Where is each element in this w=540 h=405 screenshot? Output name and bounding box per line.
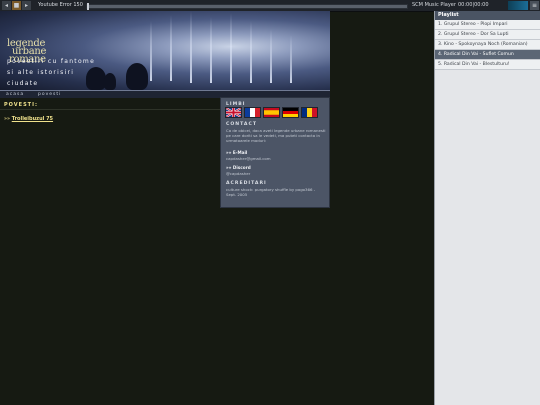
stop-button[interactable]: ■ [12, 1, 21, 10]
current-track-title: Youtube Error 150 [38, 2, 83, 8]
playlist-title: Playlist [435, 11, 540, 20]
section-title: POVESTI: [4, 102, 38, 108]
seek-knob[interactable] [87, 3, 89, 10]
tagline-line1: povestiri cu fantome [7, 58, 96, 65]
playlist-item[interactable]: 1. Grupul Stereo - Plopi Impari [435, 20, 540, 30]
previous-track-button[interactable]: ◂ [2, 1, 11, 10]
menu-icon: ≡ [531, 2, 538, 9]
playlist-item-active[interactable]: 4. Radical Din Vai - Suflet Comun [435, 50, 540, 60]
next-track-button[interactable]: ▸ [22, 1, 31, 10]
bullet-icon: »» [4, 116, 11, 122]
contact-title: CONTACT [226, 122, 257, 127]
discord-handle[interactable]: @capdasher [226, 171, 326, 176]
germany-flag-icon[interactable] [282, 107, 299, 118]
site-header-banner: legende urbane romane povestiri cu fanto… [0, 11, 330, 90]
story-link[interactable]: Trolleibuzul 75 [12, 116, 53, 122]
seek-bar[interactable] [86, 3, 408, 10]
france-flag-icon[interactable] [244, 107, 261, 118]
uk-flag-icon[interactable] [225, 107, 242, 118]
section-divider [0, 109, 220, 110]
playlist-item[interactable]: 5. Radical Din Vai - Blestulturu! [435, 60, 540, 70]
story-item: »» Trolleibuzul 75 [4, 116, 53, 122]
previous-icon: ◂ [4, 2, 8, 9]
credits-text: culture shock: purgatory shuffle by pogo… [226, 187, 316, 197]
tagline-line2: si alte istorisiri [7, 69, 75, 76]
volume-slider[interactable] [508, 1, 528, 10]
nav-link-home[interactable]: acasa [6, 91, 24, 98]
credits-title: ACREDITARI [226, 181, 267, 186]
email-label: »» E-Mail [226, 150, 248, 155]
playlist-panel: Playlist 1. Grupul Stereo - Plopi Impari… [434, 11, 540, 405]
email-link[interactable]: capdasher@gmail.com [226, 156, 326, 161]
next-icon: ▸ [24, 2, 28, 9]
contact-text: Ca de obicei, daca aveti legende urbane … [226, 128, 326, 143]
time-display: 00:00|00:00 [458, 2, 489, 8]
romania-flag-icon[interactable] [301, 107, 318, 118]
nav-link-stories[interactable]: povesti [38, 91, 61, 98]
tagline-line3: ciudate [7, 80, 39, 87]
playlist-item[interactable]: 2. Grupul Stereo - Dor Sa Lupti [435, 30, 540, 40]
stop-icon: ■ [13, 2, 20, 9]
playlist-item[interactable]: 3. Kino - Spokoynaya Noch (Romanian) [435, 40, 540, 50]
spain-flag-icon[interactable] [263, 107, 280, 118]
playlist-toggle-button[interactable]: ≡ [530, 1, 539, 10]
player-name: SCM Music Player [412, 2, 456, 8]
discord-label: »» Discord [226, 165, 251, 170]
